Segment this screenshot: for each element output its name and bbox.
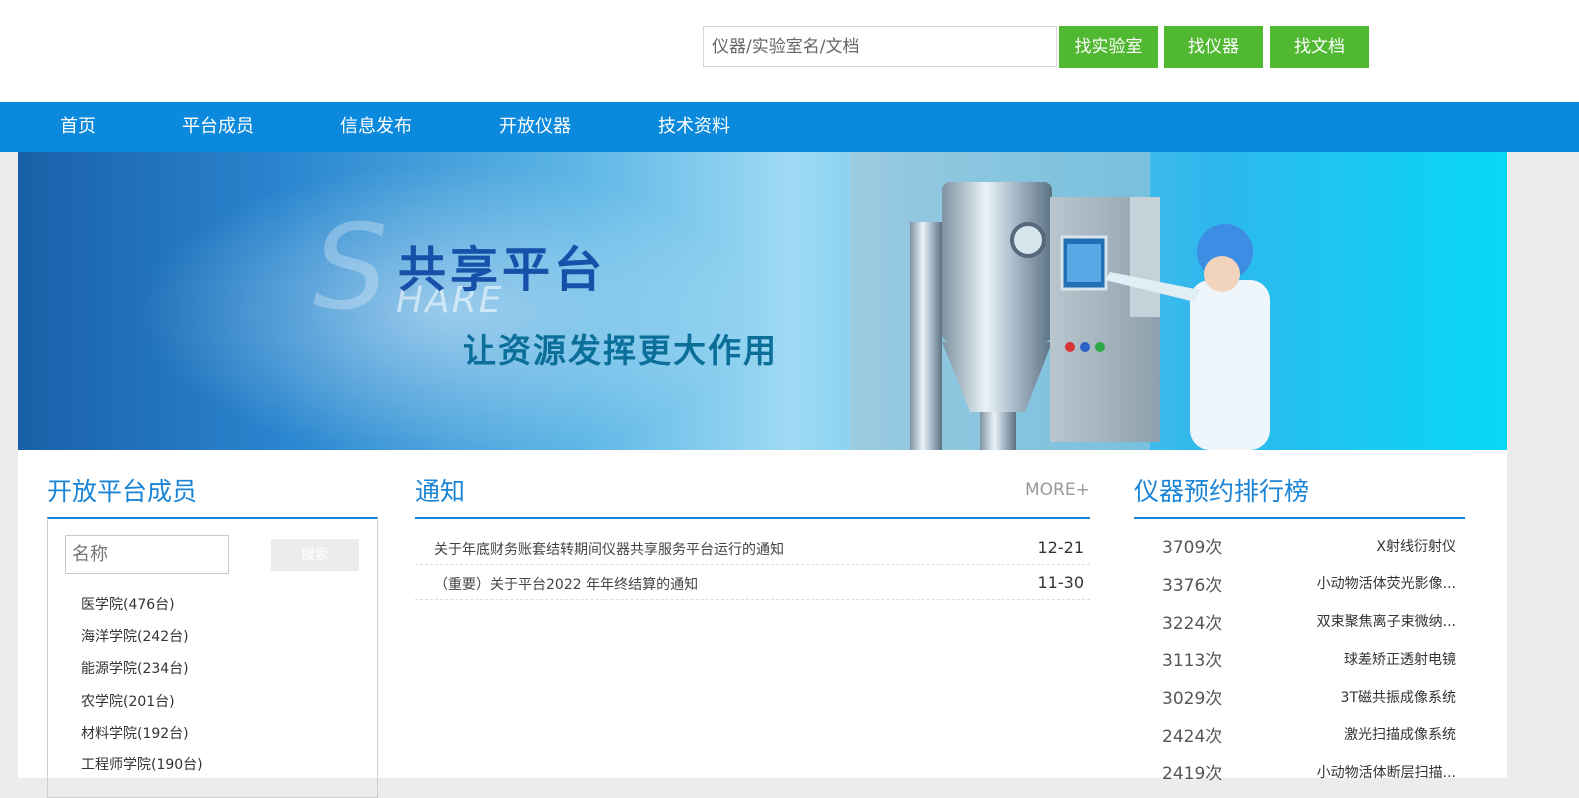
rank-count: 2424次 <box>1162 727 1223 747</box>
member-item[interactable]: 海洋学院(242台) <box>81 626 189 646</box>
member-item[interactable]: 工程师学院(190台) <box>81 754 203 774</box>
notice-date: 11-30 <box>1037 573 1085 592</box>
rank-count: 2419次 <box>1162 764 1223 784</box>
rank-count: 3709次 <box>1162 538 1223 558</box>
notices-more-link[interactable]: MORE+ <box>1025 480 1090 500</box>
ranking-title: 仪器预约排行榜 <box>1134 477 1310 506</box>
member-name-input[interactable] <box>65 535 229 574</box>
main-nav: 首页 平台成员 信息发布 开放仪器 技术资料 <box>0 102 1579 152</box>
notice-row: （重要）关于平台2022 年年终结算的通知 11-30 <box>415 565 1090 600</box>
hero-banner: S HARE 共享平台 让资源发挥更大作用 <box>18 152 1507 450</box>
notices-divider <box>415 517 1090 519</box>
nav-members[interactable]: 平台成员 <box>182 102 254 152</box>
notice-title[interactable]: 关于年底财务账套结转期间仪器共享服务平台运行的通知 <box>434 539 784 559</box>
lab-machine-illustration <box>850 152 1270 450</box>
member-item[interactable]: 农学院(201台) <box>81 691 175 711</box>
nav-tech-docs[interactable]: 技术资料 <box>658 102 730 152</box>
banner-big-letter: S <box>313 198 388 336</box>
find-lab-button[interactable]: 找实验室 <box>1059 26 1158 68</box>
member-item[interactable]: 材料学院(192台) <box>81 723 189 743</box>
rank-count: 3113次 <box>1162 651 1223 671</box>
rank-instrument-link[interactable]: 3T磁共振成像系统 <box>1341 687 1456 707</box>
banner-title: 共享平台 <box>398 242 607 298</box>
search-input[interactable] <box>703 26 1057 67</box>
rank-instrument-link[interactable]: X射线衍射仪 <box>1376 536 1456 556</box>
nav-news[interactable]: 信息发布 <box>340 102 412 152</box>
member-item[interactable]: 能源学院(234台) <box>81 658 189 678</box>
rank-count: 3029次 <box>1162 689 1223 709</box>
member-item[interactable]: 医学院(476台) <box>81 594 175 614</box>
notices-title: 通知 <box>415 477 466 506</box>
rank-instrument-link[interactable]: 小动物活体断层扫描... <box>1317 762 1456 782</box>
notice-row: 关于年底财务账套结转期间仪器共享服务平台运行的通知 12-21 <box>415 530 1090 565</box>
find-instrument-button[interactable]: 找仪器 <box>1164 26 1263 68</box>
ranking-divider <box>1134 517 1465 519</box>
find-document-button[interactable]: 找文档 <box>1270 26 1369 68</box>
nav-open-instruments[interactable]: 开放仪器 <box>499 102 571 152</box>
member-search-button[interactable]: 搜索 <box>271 539 359 571</box>
members-title: 开放平台成员 <box>47 477 198 506</box>
banner-subtitle: 让资源发挥更大作用 <box>463 331 778 370</box>
rank-instrument-link[interactable]: 激光扫描成像系统 <box>1344 724 1456 744</box>
rank-count: 3224次 <box>1162 614 1223 634</box>
nav-home[interactable]: 首页 <box>60 102 96 152</box>
notice-title[interactable]: （重要）关于平台2022 年年终结算的通知 <box>434 574 698 594</box>
rank-count: 3376次 <box>1162 576 1223 596</box>
rank-instrument-link[interactable]: 球差矫正透射电镜 <box>1344 649 1456 669</box>
notice-date: 12-21 <box>1037 538 1085 557</box>
header-bar: 找实验室 找仪器 找文档 <box>0 0 1579 102</box>
rank-instrument-link[interactable]: 双束聚焦离子束微纳... <box>1317 611 1456 631</box>
rank-instrument-link[interactable]: 小动物活体荧光影像... <box>1317 573 1456 593</box>
